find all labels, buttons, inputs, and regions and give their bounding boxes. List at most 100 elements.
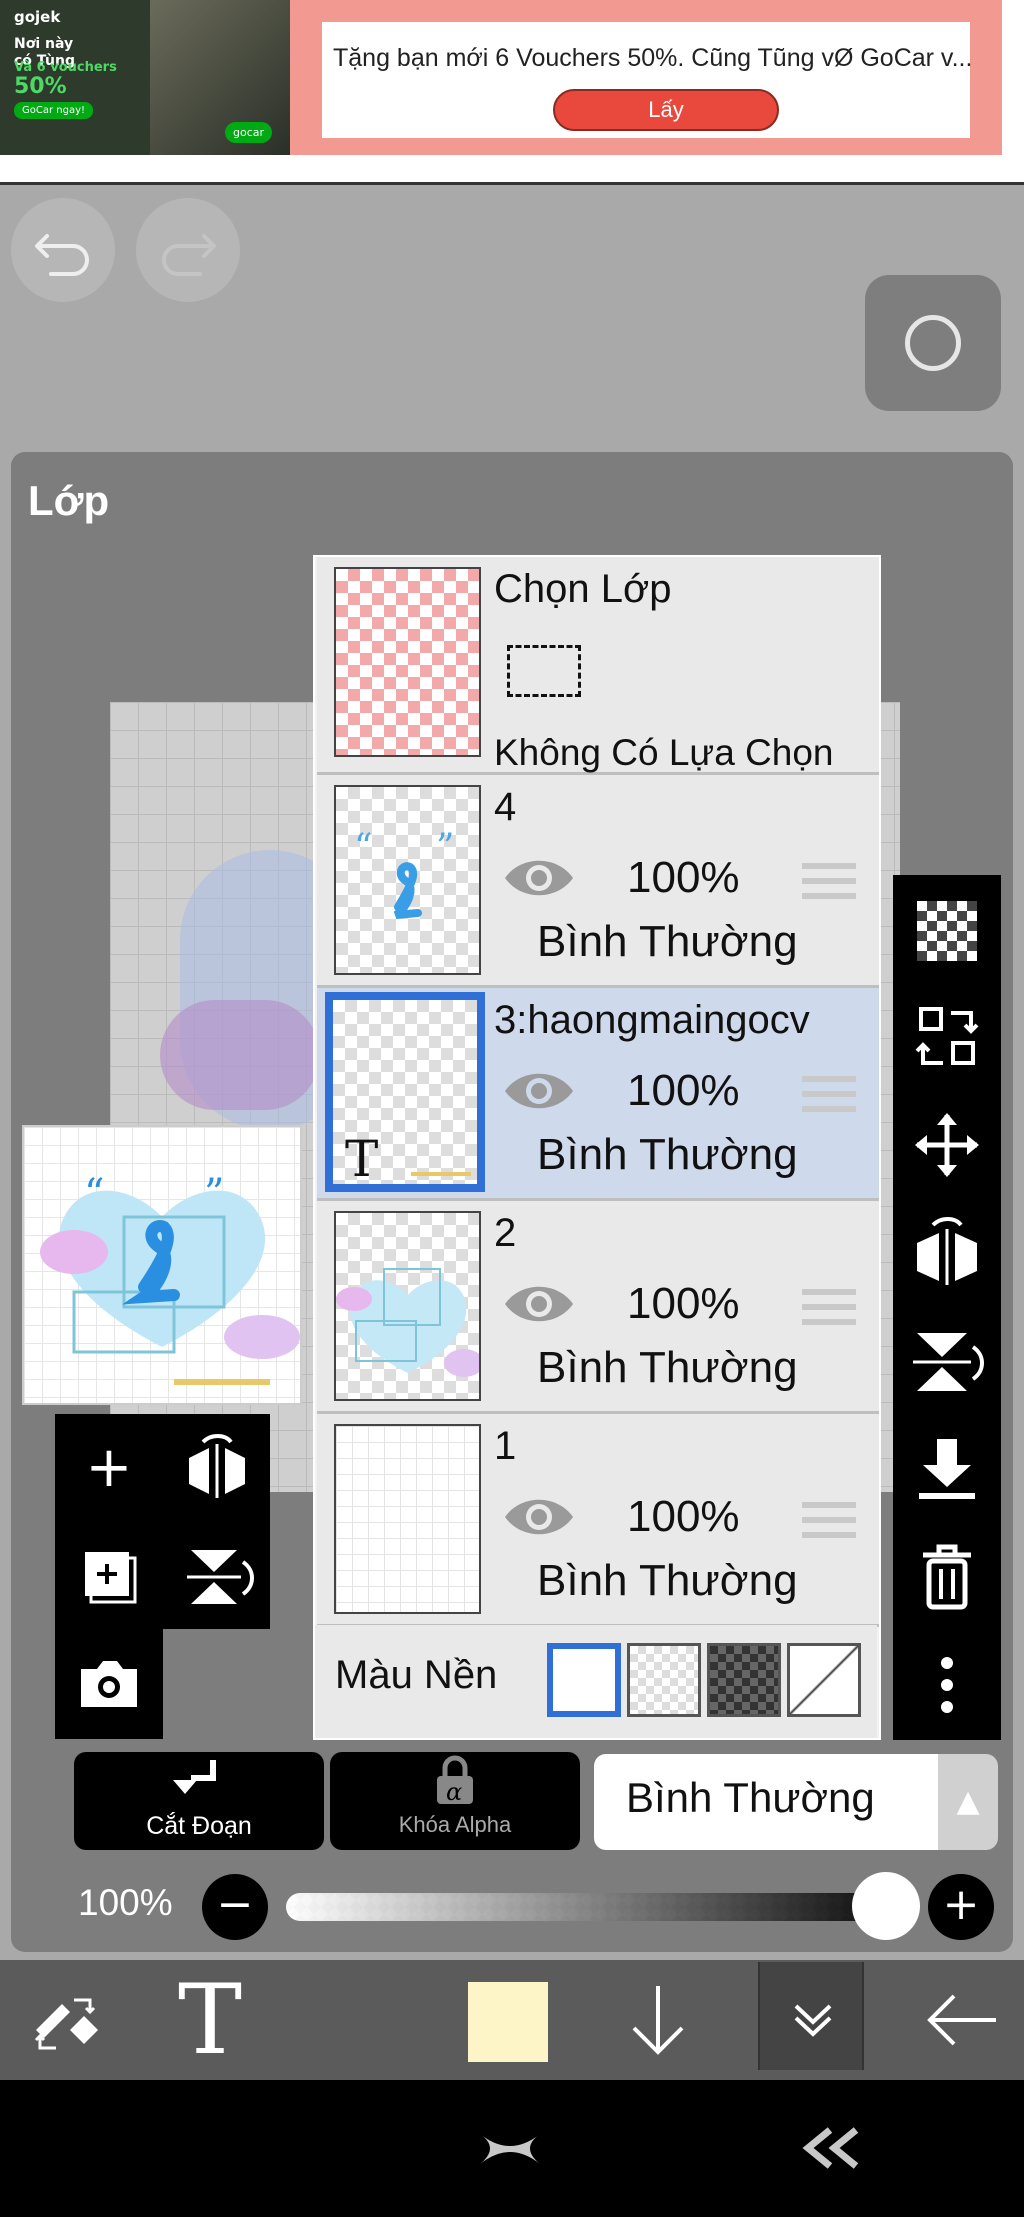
layer-name: 2 bbox=[494, 1211, 517, 1255]
undo-icon bbox=[35, 234, 89, 276]
canvas-thumbnail[interactable]: “ ” bbox=[22, 1125, 302, 1405]
move-icon[interactable] bbox=[893, 1091, 1001, 1199]
thumbnail-art: “ ” bbox=[40, 1171, 300, 1385]
text-layer-glyph: T bbox=[345, 1130, 379, 1188]
nav-close-icon[interactable] bbox=[470, 2080, 550, 2217]
ad-headline: Tặng bạn mới 6 Vouchers 50%. Cũng Tũng v… bbox=[333, 44, 973, 72]
layer-opacity: 100% bbox=[627, 1492, 740, 1541]
current-color-swatch[interactable] bbox=[468, 1982, 548, 2062]
ad-get-button[interactable]: Lấy bbox=[553, 89, 779, 131]
clip-arrow-icon bbox=[74, 1754, 324, 1821]
svg-text:“: “ bbox=[354, 827, 372, 868]
more-options-icon[interactable] bbox=[893, 1631, 1001, 1739]
layer-thumb-art bbox=[336, 1268, 479, 1377]
transform-layer-icon[interactable] bbox=[893, 983, 1001, 1091]
blend-mode-dropdown-arrow[interactable]: ▲ bbox=[938, 1754, 998, 1850]
opacity-increase-button[interactable]: + bbox=[928, 1874, 994, 1940]
selection-marquee-icon bbox=[507, 645, 581, 697]
layer-row-4[interactable]: “ ” 4 100% Bình Thường bbox=[317, 775, 879, 988]
layer-row-2[interactable]: 2 100% Bình Thường bbox=[317, 1201, 879, 1414]
left-tools-camera bbox=[55, 1629, 163, 1739]
eye-icon[interactable] bbox=[501, 1279, 577, 1329]
canvas-artwork-blob bbox=[160, 1000, 320, 1110]
tool-switch-icon[interactable] bbox=[10, 1960, 120, 2080]
layer-thumb bbox=[334, 1424, 481, 1614]
eye-icon[interactable] bbox=[501, 1492, 577, 1542]
layer-thumb-art bbox=[411, 1172, 471, 1176]
layer-blend-mode: Bình Thường bbox=[537, 1343, 798, 1392]
trash-icon[interactable] bbox=[893, 1523, 1001, 1631]
ad-promo-big: 50% bbox=[14, 74, 67, 99]
drag-handle-icon[interactable] bbox=[802, 863, 856, 905]
brush-button[interactable] bbox=[865, 275, 1001, 411]
blend-mode-value: Bình Thường bbox=[626, 1774, 875, 1821]
ad-gocar-logo: gocar bbox=[225, 122, 273, 143]
checkerboard-icon[interactable] bbox=[893, 875, 1001, 983]
svg-text:“: “ bbox=[84, 1171, 104, 1217]
layer-blend-mode: Bình Thường bbox=[537, 1556, 798, 1605]
flip-canvas-horizontal-icon[interactable] bbox=[163, 1414, 271, 1522]
layers-list: Chọn Lớp Không Có Lựa Chọn “ ” 4 100% Bì… bbox=[313, 555, 881, 1740]
svg-text:α: α bbox=[446, 1778, 462, 1806]
layer-tools-bar bbox=[893, 875, 1001, 1740]
eye-icon[interactable] bbox=[501, 853, 577, 903]
drag-handle-icon[interactable] bbox=[802, 1502, 856, 1544]
opacity-slider-knob[interactable] bbox=[852, 1872, 920, 1940]
layer-thumb-selected: T bbox=[325, 992, 485, 1192]
ad-banner[interactable]: gojek Nơi này có Tùng Và 6 vouchers 50% … bbox=[0, 0, 1024, 185]
layer-thumb-art: “ ” bbox=[354, 827, 454, 919]
duplicate-layer-icon[interactable] bbox=[55, 1522, 163, 1630]
double-chevron-down-icon bbox=[794, 2004, 832, 2037]
alpha-lock-button[interactable]: α Khóa Alpha bbox=[330, 1752, 580, 1850]
flip-horizontal-icon[interactable] bbox=[893, 1199, 1001, 1307]
alpha-lock-label: Khóa Alpha bbox=[398, 1812, 512, 1837]
merge-down-icon[interactable] bbox=[893, 1415, 1001, 1523]
ad-promo-cta: GoCar ngay! bbox=[14, 102, 94, 119]
eye-icon[interactable] bbox=[501, 1066, 577, 1116]
layer-thumb: “ ” bbox=[334, 785, 481, 975]
text-tool-icon[interactable]: T bbox=[160, 1960, 260, 2080]
layer-opacity: 100% bbox=[627, 853, 740, 902]
drag-handle-icon[interactable] bbox=[802, 1076, 856, 1118]
bg-swatch-white[interactable] bbox=[547, 1643, 621, 1717]
layer-row-3[interactable]: T 3:haongmaingocv 100% Bình Thường bbox=[317, 988, 879, 1201]
layer-name: 1 bbox=[494, 1424, 517, 1468]
flip-canvas-vertical-icon[interactable] bbox=[163, 1522, 271, 1630]
clipping-button[interactable]: Cắt Đoạn bbox=[74, 1752, 324, 1850]
drag-handle-icon[interactable] bbox=[802, 1289, 856, 1331]
add-layer-icon[interactable]: + bbox=[55, 1414, 163, 1522]
camera-icon[interactable] bbox=[55, 1629, 163, 1737]
undo-button[interactable] bbox=[11, 198, 115, 302]
back-arrow-icon[interactable] bbox=[900, 1960, 1020, 2080]
layer-name: 3:haongmaingocv bbox=[494, 998, 810, 1042]
layer-name: 4 bbox=[494, 785, 517, 829]
bg-swatch-transparent[interactable] bbox=[627, 1643, 701, 1717]
layer-blend-mode: Bình Thường bbox=[537, 917, 798, 966]
nav-back-icon[interactable] bbox=[780, 2080, 880, 2217]
ad-image[interactable]: gojek Nơi này có Tùng Và 6 vouchers 50% … bbox=[0, 0, 290, 155]
lock-icon: α bbox=[330, 1754, 580, 1821]
opacity-slider[interactable] bbox=[286, 1893, 890, 1921]
background-color-row: Màu Nền bbox=[315, 1625, 877, 1738]
ad-promo-line: Và 6 vouchers bbox=[14, 60, 117, 75]
layer-blend-mode: Bình Thường bbox=[537, 1130, 798, 1179]
ad-promo-line: Nơi này bbox=[14, 36, 74, 52]
ad-brand: gojek bbox=[14, 8, 61, 26]
collapse-panel-button[interactable] bbox=[758, 1962, 864, 2070]
panel-title: Lớp bbox=[28, 477, 110, 524]
clip-label: Cắt Đoạn bbox=[146, 1812, 252, 1840]
layer-row-1[interactable]: 1 100% Bình Thường bbox=[317, 1414, 879, 1627]
selection-layer-title: Chọn Lớp bbox=[494, 567, 672, 611]
selection-layer-thumb bbox=[334, 567, 481, 757]
bg-swatch-none[interactable] bbox=[787, 1643, 861, 1717]
selection-layer-row[interactable]: Chọn Lớp Không Có Lựa Chọn bbox=[317, 557, 879, 775]
svg-text:”: ” bbox=[436, 827, 454, 868]
selection-layer-status: Không Có Lựa Chọn bbox=[494, 732, 834, 773]
blend-mode-select[interactable]: Bình Thường bbox=[594, 1754, 938, 1850]
layer-opacity: 100% bbox=[627, 1279, 740, 1328]
flip-vertical-icon[interactable] bbox=[893, 1307, 1001, 1415]
opacity-decrease-button[interactable]: − bbox=[202, 1874, 268, 1940]
redo-button[interactable] bbox=[136, 198, 240, 302]
arrow-down-icon[interactable] bbox=[608, 1960, 708, 2080]
bg-swatch-dark-transparent[interactable] bbox=[707, 1643, 781, 1717]
